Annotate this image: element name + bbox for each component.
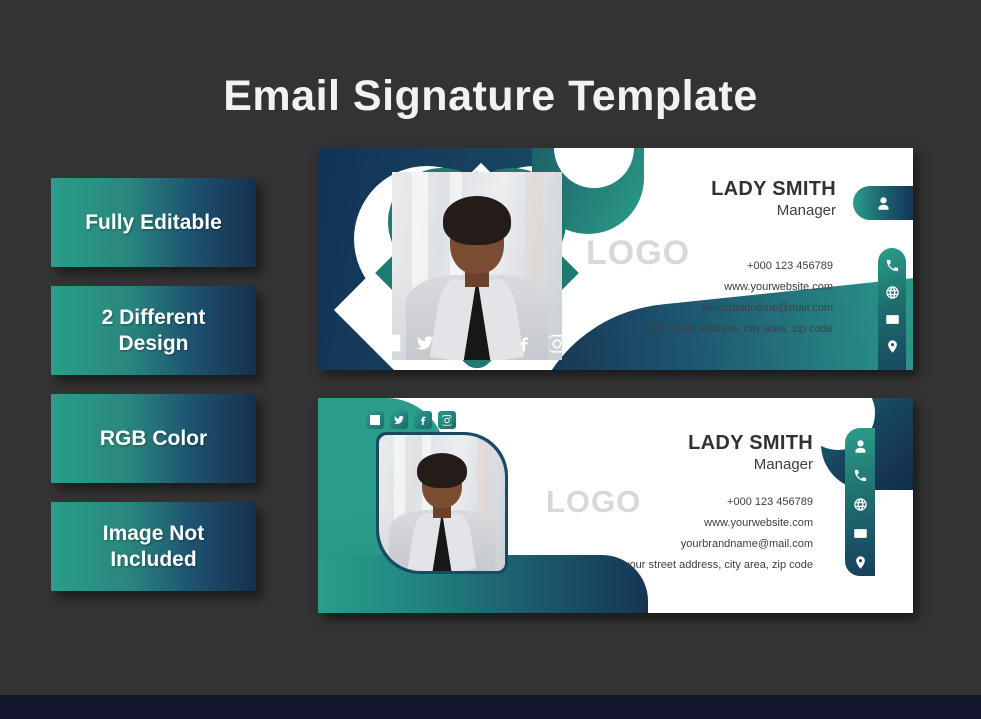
envelope-icon[interactable] xyxy=(884,311,900,327)
location-pin-icon[interactable] xyxy=(884,338,900,354)
contact-details: +000 123 456789 www.yourwebsite.com your… xyxy=(644,256,833,340)
envelope-icon[interactable] xyxy=(852,525,868,541)
globe-icon[interactable] xyxy=(852,496,868,512)
social-icon-row xyxy=(366,411,456,429)
signature-name: LADY SMITH xyxy=(711,178,836,200)
bottom-strip xyxy=(0,695,981,719)
feature-list: Fully Editable 2 Different Design RGB Col… xyxy=(51,178,261,610)
contact-icon-strip xyxy=(878,248,906,370)
contact-details: +000 123 456789 www.yourwebsite.com your… xyxy=(624,492,813,576)
contact-phone: +000 123 456789 xyxy=(747,260,833,272)
contact-phone: +000 123 456789 xyxy=(727,496,813,508)
contact-website: www.yourwebsite.com xyxy=(724,281,833,293)
instagram-icon[interactable] xyxy=(438,411,456,429)
social-icon-row xyxy=(381,332,567,353)
signature-name-block: LADY SMITH Manager xyxy=(711,178,836,219)
twitter-icon[interactable] xyxy=(414,332,435,353)
signature-name-block: LADY SMITH Manager xyxy=(688,432,813,473)
contact-website: www.yourwebsite.com xyxy=(704,517,813,529)
contact-icon-strip xyxy=(845,428,875,576)
page-title: Email Signature Template xyxy=(223,72,758,120)
signature-role: Manager xyxy=(753,456,813,473)
contact-email: yourbrandname@mail.com xyxy=(680,538,813,550)
phone-icon[interactable] xyxy=(852,467,868,483)
social-row-gap xyxy=(447,332,501,353)
feature-label: 2 Different Design xyxy=(101,306,206,355)
linkedin-icon[interactable] xyxy=(366,411,384,429)
signature-card-design-one[interactable]: LADY SMITH Manager LOGO +000 123 456789 … xyxy=(318,148,913,370)
globe-icon[interactable] xyxy=(884,284,900,300)
person-icon[interactable] xyxy=(852,438,868,454)
feature-label: RGB Color xyxy=(99,426,208,450)
phone-icon[interactable] xyxy=(884,257,900,273)
location-pin-icon[interactable] xyxy=(852,554,868,570)
feature-label: Image Not Included xyxy=(102,522,205,571)
facebook-icon[interactable] xyxy=(513,332,534,353)
profile-photo-frame xyxy=(376,432,508,574)
facebook-icon[interactable] xyxy=(414,411,432,429)
linkedin-icon[interactable] xyxy=(381,332,402,353)
signature-name: LADY SMITH xyxy=(688,432,813,454)
profile-photo xyxy=(379,435,505,571)
feature-box-rgb-color[interactable]: RGB Color xyxy=(51,394,256,483)
feature-box-2-different-design[interactable]: 2 Different Design xyxy=(51,286,256,375)
feature-label: Fully Editable xyxy=(85,210,222,234)
instagram-icon[interactable] xyxy=(546,332,567,353)
person-icon-tab[interactable] xyxy=(853,186,913,220)
feature-box-image-not-included[interactable]: Image Not Included xyxy=(51,502,256,591)
twitter-icon[interactable] xyxy=(390,411,408,429)
signature-role: Manager xyxy=(776,202,836,219)
signature-card-design-two[interactable]: LADY SMITH Manager LOGO +000 123 456789 … xyxy=(318,398,913,613)
contact-address: your street address, city area, zip code xyxy=(644,323,833,335)
contact-email: yourbrandname@mail.com xyxy=(700,302,833,314)
contact-address: your street address, city area, zip code xyxy=(624,559,813,571)
person-icon xyxy=(875,195,891,211)
feature-box-fully-editable[interactable]: Fully Editable xyxy=(51,178,256,267)
